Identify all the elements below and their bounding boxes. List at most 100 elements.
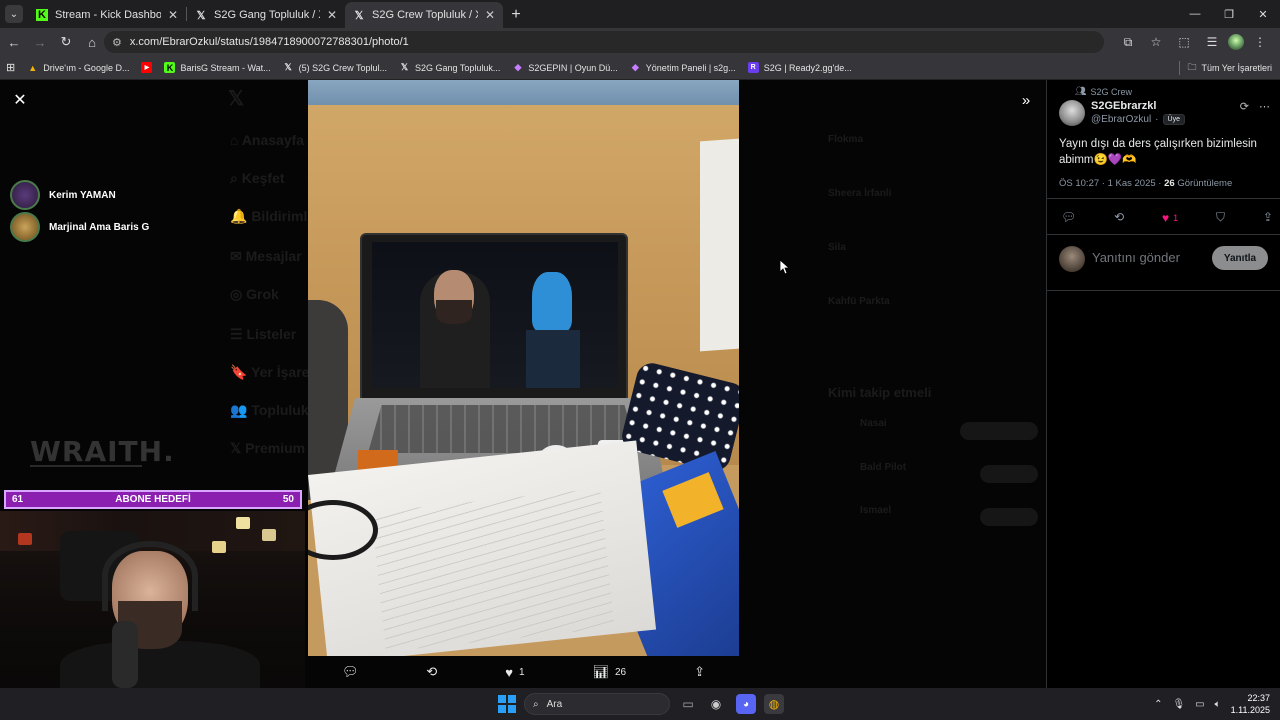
- back-arrow-icon[interactable]: ←: [2, 30, 26, 54]
- tab-kick-dashboard[interactable]: K Stream - Kick Dashboard ✕: [28, 2, 186, 28]
- repost-icon[interactable]: ⟲: [1114, 210, 1124, 225]
- drive-icon: ▲: [28, 62, 38, 73]
- reply-input[interactable]: Yanıtını gönder: [1092, 250, 1180, 265]
- grok-icon[interactable]: ⟳: [1240, 100, 1249, 113]
- tab-s2g-crew[interactable]: 𝕏 S2G Crew Topluluk / X ✕: [345, 2, 503, 28]
- clock[interactable]: 22:37 1.11.2025: [1231, 692, 1270, 716]
- like-button[interactable]: ♥ 1: [505, 665, 524, 680]
- bookmark-youtube[interactable]: ▶: [135, 58, 158, 78]
- search-placeholder: Ara: [546, 698, 563, 710]
- reply-button[interactable]: 💬︎: [342, 664, 359, 680]
- tweet-view-label: Görüntüleme: [1177, 178, 1233, 189]
- taskbar-search[interactable]: ⌕ Ara: [524, 693, 670, 715]
- bookmark-star-icon[interactable]: ☆: [1144, 31, 1168, 53]
- tweet-meta: ÖS 10:27 · 1 Kas 2025 · 26 Görüntüleme: [1059, 178, 1232, 189]
- microphone-icon[interactable]: 🎙︎: [1172, 699, 1185, 710]
- share-icon[interactable]: ⇪: [1263, 210, 1273, 225]
- tweet-photo[interactable]: [308, 80, 739, 656]
- reply-icon[interactable]: 💬︎: [1061, 210, 1076, 225]
- community-icon: 👥︎: [1075, 86, 1087, 96]
- bookmark-ready2[interactable]: R S2G | Ready2.gg'de...: [742, 58, 858, 78]
- address-bar[interactable]: ⚙ x.com/EbrarOzkul/status/19847189000727…: [104, 31, 1104, 53]
- views-button[interactable]: 📊︎ 26: [592, 664, 626, 680]
- subscriber-goal-bar: ABONE HEDEFİ 61 50: [4, 490, 302, 509]
- headset-icon: [102, 541, 198, 611]
- like-count: 1: [518, 666, 525, 678]
- extensions-icon[interactable]: ⬚: [1172, 31, 1196, 53]
- site-info-icon[interactable]: ⚙: [112, 36, 122, 49]
- task-view-icon[interactable]: ▭: [678, 694, 698, 714]
- volume-icon[interactable]: 🔈︎: [1215, 699, 1221, 710]
- ready2-icon: R: [747, 62, 759, 73]
- author-avatar[interactable]: [1059, 100, 1085, 126]
- screen-mascot: [532, 272, 572, 332]
- obs-icon[interactable]: ◉: [706, 694, 726, 714]
- community-label[interactable]: 👥︎ S2G Crew: [1075, 86, 1132, 97]
- bookmark-label: S2G | Ready2.gg'de...: [763, 62, 852, 73]
- bookmark-s2g-gang[interactable]: 𝕏 S2G Gang Topluluk...: [393, 58, 506, 78]
- close-icon[interactable]: ✕: [10, 90, 30, 110]
- windows-start-icon[interactable]: [498, 695, 516, 713]
- bookmark-barisg-stream[interactable]: K BarisG Stream - Wat...: [158, 58, 276, 78]
- collapse-panel-icon[interactable]: »: [1016, 90, 1036, 110]
- system-tray: ⌃ 🎙︎ ▭ 🔈︎ 22:37 1.11.2025: [1154, 688, 1280, 720]
- x-icon: 𝕏: [196, 9, 206, 22]
- chrome-icon[interactable]: ◍: [764, 694, 784, 714]
- bookmark-s2gepin[interactable]: ◆ S2GEPIN | Oyun Dü...: [506, 58, 623, 78]
- clock-date: 1.11.2025: [1230, 705, 1270, 715]
- profile-avatar[interactable]: [1228, 34, 1244, 50]
- new-tab-button[interactable]: +: [503, 2, 529, 28]
- like-button[interactable]: ♥ 1: [1162, 210, 1178, 225]
- url-text: x.com/EbrarOzkul/status/1984718900072788…: [129, 36, 409, 48]
- author-name[interactable]: S2GEbrarzkl: [1091, 100, 1156, 112]
- tweet-text: Yayın dışı da ders çalışırken bizimlesin…: [1059, 138, 1257, 166]
- screen-mascot-body: [526, 330, 580, 388]
- viewer-entry: Kerim YAMAN: [10, 180, 116, 210]
- bookmark-icon[interactable]: ⛉: [1216, 210, 1225, 225]
- more-menu-icon[interactable]: ⋮: [1248, 31, 1272, 53]
- minimize-icon[interactable]: —: [1178, 0, 1212, 28]
- all-bookmarks-button[interactable]: 🗀 Tüm Yer İşaretleri: [1187, 58, 1272, 78]
- close-tab-icon[interactable]: ✕: [168, 8, 178, 22]
- youtube-icon: ▶: [141, 62, 153, 73]
- photo-textbook-lines: [371, 488, 615, 652]
- more-options-icon[interactable]: ⋯: [1259, 100, 1270, 113]
- share-icon: ⇪: [694, 664, 705, 679]
- x-logo-icon: 𝕏: [228, 88, 245, 110]
- heart-icon: ♥: [1162, 210, 1170, 225]
- like-count: 1: [1173, 212, 1179, 223]
- heart-icon: ♥: [505, 664, 513, 680]
- tab-search-menu[interactable]: ⌄: [0, 0, 28, 28]
- discord-icon[interactable]: ◕: [736, 694, 756, 714]
- home-icon[interactable]: ⌂: [80, 30, 104, 54]
- author-handle[interactable]: @EbrarOzkul: [1091, 114, 1151, 125]
- restore-icon[interactable]: ❐: [1212, 0, 1246, 28]
- forward-arrow-icon[interactable]: →: [28, 30, 52, 54]
- bookmark-yonetim-paneli[interactable]: ◆ Yönetim Paneli | s2g...: [624, 58, 742, 78]
- display-icon[interactable]: ▭: [1195, 699, 1204, 710]
- close-tab-icon[interactable]: ✕: [327, 8, 337, 22]
- ghost-nav: 𝕏 Premium: [230, 440, 306, 456]
- bookmark-s2g-crew[interactable]: 𝕏 (5) S2G Crew Toplul...: [277, 58, 393, 78]
- s2g-icon: ◆: [514, 62, 522, 72]
- install-app-icon[interactable]: ⧉: [1116, 31, 1140, 53]
- tweet-header-actions: ⟳ ⋯: [1240, 100, 1270, 113]
- repost-button[interactable]: ⟲: [426, 664, 437, 680]
- close-tab-icon[interactable]: ✕: [485, 8, 495, 22]
- bookmark-drive[interactable]: ▲ Drive'ım - Google D...: [21, 58, 135, 78]
- ghost-suggest: Ismael: [860, 505, 892, 516]
- share-button[interactable]: ⇪: [694, 664, 705, 680]
- photo-pinned-paper: [700, 138, 739, 352]
- reply-icon: 💬︎: [341, 664, 359, 679]
- chevron-up-icon[interactable]: ⌃: [1154, 699, 1162, 710]
- apps-grid-icon[interactable]: ⊞: [0, 58, 21, 78]
- tweet-timestamp[interactable]: ÖS 10:27 · 1 Kas 2025 ·: [1059, 178, 1164, 189]
- tab-s2g-gang[interactable]: 𝕏 S2G Gang Topluluk / X ✕: [187, 2, 345, 28]
- reading-list-icon[interactable]: ☰: [1200, 31, 1224, 53]
- reload-icon[interactable]: ↻: [54, 30, 78, 54]
- ghost-trend: Flokma: [828, 134, 864, 145]
- photo-laptop-screen: [372, 242, 618, 388]
- close-window-icon[interactable]: ✕: [1246, 0, 1280, 28]
- reply-submit-button[interactable]: Yanıtla: [1212, 246, 1268, 270]
- streamer-webcam: [0, 511, 305, 688]
